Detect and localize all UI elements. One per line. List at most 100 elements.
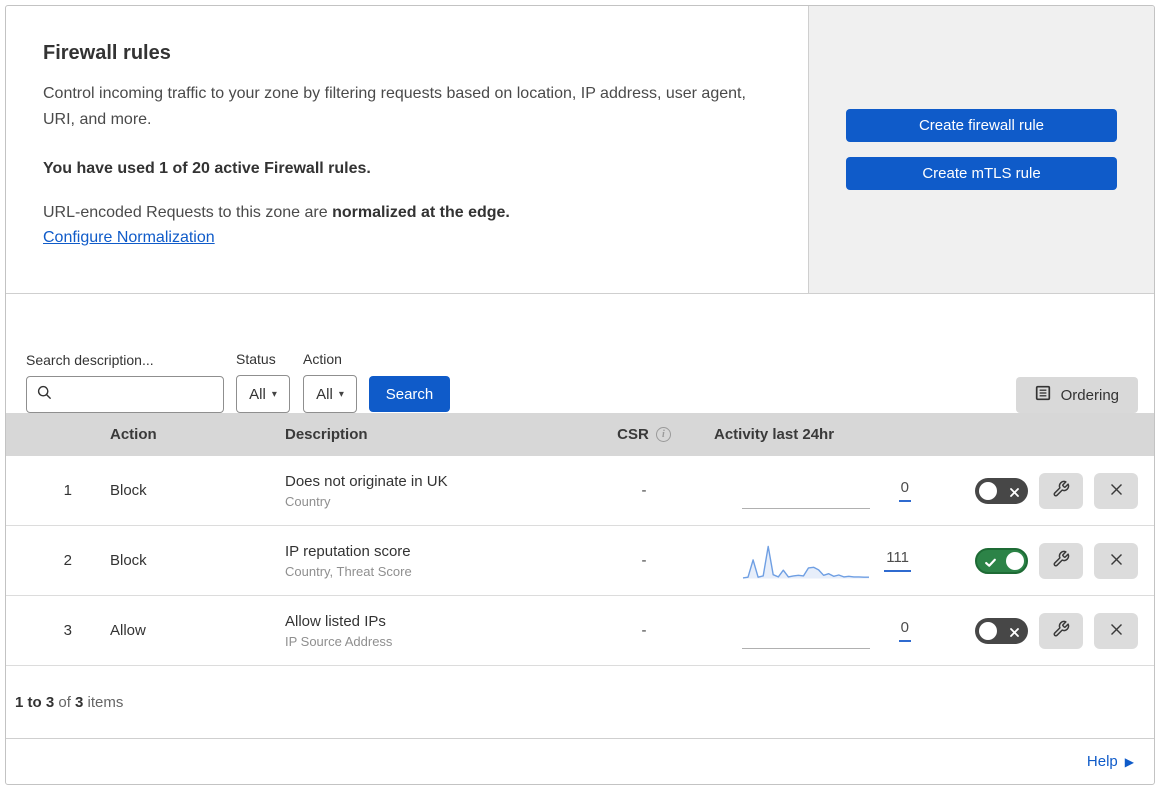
- normalization-prefix: URL-encoded Requests to this zone are: [43, 203, 333, 221]
- status-dropdown-value: All: [249, 385, 266, 403]
- table-row: 1 Block Does not originate in UK Country…: [6, 456, 1154, 526]
- activity-flatline: [742, 472, 870, 510]
- activity-count-link[interactable]: 0: [898, 479, 911, 502]
- filter-bar: Search description... Status All ▾ Actio…: [6, 294, 1154, 413]
- configure-normalization-link[interactable]: Configure Normalization: [43, 229, 215, 246]
- delete-rule-button[interactable]: [1094, 472, 1138, 509]
- delete-rule-button[interactable]: [1094, 612, 1138, 649]
- normalization-bold: normalized at the edge.: [332, 203, 510, 221]
- action-label: Action: [303, 351, 342, 367]
- rule-enabled-toggle[interactable]: [975, 477, 1028, 504]
- help-link[interactable]: Help ▶: [1087, 753, 1134, 770]
- header-text-block: Firewall rules Control incoming traffic …: [6, 6, 808, 293]
- search-label: Search description...: [26, 352, 154, 368]
- caret-down-icon: ▾: [271, 388, 277, 400]
- toggle-check-icon: [984, 556, 997, 573]
- info-circle-icon[interactable]: i: [655, 427, 671, 442]
- rule-csr: -: [641, 552, 647, 569]
- ordering-button[interactable]: Ordering: [1015, 377, 1138, 413]
- page-description: Control incoming traffic to your zone by…: [43, 85, 746, 128]
- table-row: 3 Allow Allow listed IPs IP Source Addre…: [6, 596, 1154, 666]
- rule-csr: -: [641, 482, 647, 499]
- caret-down-icon: ▾: [338, 388, 344, 400]
- activity-sparkline: [742, 545, 869, 579]
- activity-flatline: [742, 612, 870, 650]
- search-input[interactable]: [60, 385, 213, 404]
- rule-description: IP reputation score: [285, 542, 411, 560]
- rule-priority: 3: [63, 622, 72, 639]
- search-button[interactable]: Search: [369, 376, 450, 412]
- description-column-header: Description: [285, 426, 368, 443]
- page-title: Firewall rules: [43, 42, 171, 64]
- items-range: 1 to 3: [15, 693, 55, 711]
- rule-fields: Country, Threat Score: [285, 563, 412, 579]
- usage-summary: You have used 1 of 20 active Firewall ru…: [43, 159, 371, 177]
- table-row: 2 Block IP reputation score Country, Thr…: [6, 526, 1154, 596]
- firewall-rules-card: Firewall rules Control incoming traffic …: [5, 5, 1155, 785]
- rule-action: Block: [110, 552, 147, 569]
- rule-description: Does not originate in UK: [285, 472, 448, 490]
- rule-description-cell: IP reputation score Country, Threat Scor…: [244, 543, 574, 579]
- toggle-knob: [1006, 551, 1024, 570]
- toggle-knob: [979, 621, 997, 640]
- items-text: items: [83, 693, 124, 711]
- action-filter-group: Action All ▾: [303, 351, 357, 413]
- pagination-summary: 1 to 3 of 3 items: [6, 666, 1154, 739]
- rule-action: Block: [110, 482, 147, 499]
- header-section: Firewall rules Control incoming traffic …: [6, 6, 1154, 294]
- search-group: Search description...: [26, 352, 224, 413]
- activity-column-header: Activity last 24hr: [714, 426, 835, 443]
- search-box[interactable]: [26, 376, 224, 413]
- rule-description-cell: Does not originate in UK Country: [244, 473, 574, 509]
- rule-fields: IP Source Address: [285, 633, 393, 649]
- toggle-knob: [979, 481, 997, 500]
- status-filter-group: Status All ▾: [236, 351, 290, 413]
- normalization-note: URL-encoded Requests to this zone are no…: [43, 204, 768, 222]
- csr-column-header: CSR i: [574, 426, 714, 443]
- delete-rule-button[interactable]: [1094, 542, 1138, 579]
- rule-controls: [919, 542, 1154, 579]
- rule-description-cell: Allow listed IPs IP Source Address: [244, 613, 574, 649]
- status-label: Status: [236, 351, 276, 367]
- action-column-header: Action: [110, 426, 157, 443]
- items-total: 3: [75, 693, 84, 711]
- rule-activity-cell: 0: [714, 456, 919, 525]
- activity-count-link[interactable]: 111: [884, 549, 911, 572]
- activity-count-link[interactable]: 0: [898, 619, 911, 642]
- wrench-icon: [1052, 620, 1070, 641]
- create-mtls-rule-button[interactable]: Create mTLS rule: [846, 157, 1117, 190]
- action-dropdown[interactable]: All ▾: [303, 375, 357, 413]
- rule-action: Allow: [110, 622, 146, 639]
- list-document-icon: [1035, 385, 1051, 405]
- create-firewall-rule-button[interactable]: Create firewall rule: [846, 109, 1117, 142]
- actions-panel: Create firewall rule Create mTLS rule: [808, 6, 1154, 293]
- rule-activity-cell: 111: [714, 526, 919, 595]
- action-dropdown-value: All: [316, 385, 333, 403]
- x-icon: [1109, 482, 1124, 500]
- edit-rule-button[interactable]: [1039, 472, 1083, 509]
- rule-enabled-toggle[interactable]: [975, 547, 1028, 574]
- rule-enabled-toggle[interactable]: [975, 617, 1028, 644]
- csr-header-label: CSR: [617, 426, 649, 443]
- status-dropdown[interactable]: All ▾: [236, 375, 290, 413]
- of-text: of: [54, 693, 76, 711]
- rule-csr: -: [641, 622, 647, 639]
- x-icon: [1109, 622, 1124, 640]
- help-link-label: Help: [1086, 753, 1118, 770]
- help-bar: Help ▶: [6, 739, 1154, 784]
- x-icon: [1109, 552, 1124, 570]
- rule-description: Allow listed IPs: [285, 612, 386, 630]
- search-icon: [37, 385, 52, 405]
- ordering-button-label: Ordering: [1060, 386, 1119, 404]
- rule-fields: Country: [285, 493, 331, 509]
- rule-priority: 1: [63, 482, 72, 499]
- toggle-x-icon: [1009, 625, 1020, 642]
- edit-rule-button[interactable]: [1039, 542, 1083, 579]
- edit-rule-button[interactable]: [1039, 612, 1083, 649]
- rule-controls: [919, 612, 1154, 649]
- toggle-x-icon: [1009, 485, 1020, 502]
- table-header-row: Action Description CSR i Activity last 2…: [6, 413, 1154, 456]
- right-arrow-icon: ▶: [1124, 754, 1134, 769]
- rule-priority: 2: [63, 552, 72, 569]
- wrench-icon: [1052, 550, 1070, 571]
